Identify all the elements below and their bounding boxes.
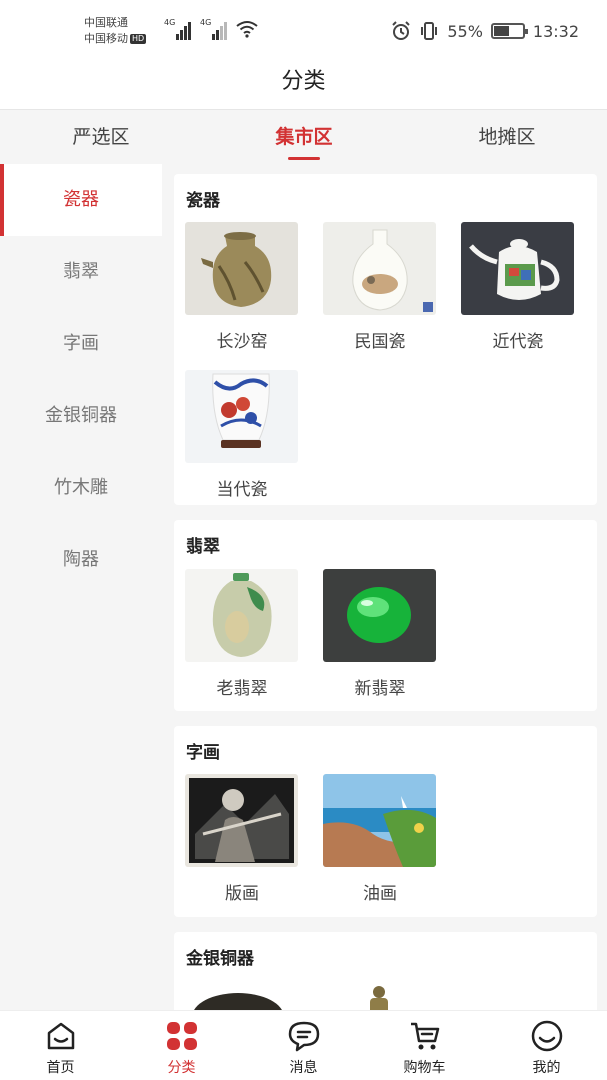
- sidebar-item-jade[interactable]: 翡翠: [0, 236, 162, 308]
- print-image: [185, 774, 298, 867]
- section-title: 瓷器: [186, 191, 220, 211]
- bottom-nav: 首页 分类 消息 购物车 我的: [0, 1010, 607, 1080]
- nav-label: 首页: [46, 1060, 75, 1076]
- subcategory-item[interactable]: 近代瓷: [461, 222, 575, 352]
- subcategory-item[interactable]: 版画: [185, 774, 299, 904]
- status-bar: 中国联通 中国移动 HD 4G 4G 55% 13:32: [0, 0, 607, 60]
- subcategory-item[interactable]: 油画: [323, 774, 437, 904]
- cart-icon: [410, 1022, 439, 1050]
- nav-label: 消息: [289, 1060, 318, 1076]
- sidebar-item-painting[interactable]: 字画: [0, 308, 162, 380]
- signal-icon: 4G: [200, 18, 230, 40]
- section-title: 字画: [186, 743, 220, 763]
- nav-category[interactable]: 分类: [121, 1019, 242, 1080]
- contemporary-porcelain-image: [185, 370, 298, 463]
- nav-cart[interactable]: 购物车: [364, 1019, 485, 1080]
- subcategory-label: 长沙窑: [216, 332, 268, 352]
- subcategory-label: 版画: [225, 884, 259, 904]
- subcategory-item[interactable]: 老翡翠: [185, 569, 299, 699]
- nav-home[interactable]: 首页: [0, 1019, 121, 1080]
- wifi-icon: [236, 21, 258, 38]
- category-sidebar: 瓷器 翡翠 字画 金银铜器 竹木雕 陶器: [0, 164, 162, 596]
- home-icon: [47, 1022, 74, 1050]
- category-icon: [166, 1022, 197, 1050]
- sidebar-item-pottery[interactable]: 陶器: [0, 524, 162, 596]
- subcategory-item[interactable]: 长沙窑: [185, 222, 299, 352]
- category-content: 瓷器 长沙窑 民国瓷 近代瓷 当代瓷 翡翠 老翡翠 新翡翠 字画 版画 油画 金…: [174, 174, 597, 1032]
- nav-label: 购物车: [403, 1060, 446, 1076]
- top-tabs: 严选区 集市区 地摊区: [0, 111, 607, 164]
- subcategory-label: 老翡翠: [216, 679, 268, 699]
- sidebar-item-porcelain[interactable]: 瓷器: [0, 164, 162, 236]
- vibrate-icon: [421, 22, 438, 40]
- subcategory-item[interactable]: 当代瓷: [185, 370, 299, 500]
- hd-badge: HD: [130, 34, 147, 44]
- new-jade-image: [323, 569, 436, 662]
- alarm-icon: [392, 21, 411, 40]
- subcategory-label: 民国瓷: [354, 332, 406, 352]
- section-title: 金银铜器: [186, 949, 254, 969]
- subcategory-item[interactable]: 新翡翠: [323, 569, 437, 699]
- subcategory-label: 新翡翠: [354, 679, 406, 699]
- nav-label: 我的: [532, 1060, 561, 1076]
- profile-icon: [531, 1020, 562, 1052]
- section-card-porcelain: 瓷器 长沙窑 民国瓷 近代瓷 当代瓷: [174, 174, 597, 505]
- changsha-kiln-image: [185, 222, 298, 315]
- subcategory-label: 油画: [363, 884, 397, 904]
- republic-porcelain-image: [323, 222, 436, 315]
- page-header: 分类: [0, 60, 607, 110]
- tab-ditan[interactable]: 地摊区: [427, 111, 587, 164]
- old-jade-image: [185, 569, 298, 662]
- sidebar-item-metalware[interactable]: 金银铜器: [0, 380, 162, 452]
- subcategory-item[interactable]: 民国瓷: [323, 222, 437, 352]
- tab-jishi[interactable]: 集市区: [224, 111, 384, 164]
- message-icon: [288, 1021, 319, 1052]
- tab-underline: [288, 157, 320, 160]
- clock: 13:32: [532, 21, 579, 41]
- nav-label: 分类: [167, 1060, 196, 1076]
- carrier-2: 中国移动: [84, 32, 128, 45]
- battery-icon: [490, 23, 528, 39]
- carrier-info: 中国联通 中国移动 HD: [84, 15, 147, 47]
- section-title: 翡翠: [186, 537, 220, 557]
- section-card-jade: 翡翠 老翡翠 新翡翠: [174, 520, 597, 711]
- modern-porcelain-image: [461, 222, 574, 315]
- signal-icon: 4G: [164, 18, 194, 40]
- nav-messages[interactable]: 消息: [243, 1019, 364, 1080]
- page-title: 分类: [281, 69, 326, 94]
- section-card-painting: 字画 版画 油画: [174, 726, 597, 917]
- oil-painting-image: [323, 774, 436, 867]
- nav-profile[interactable]: 我的: [486, 1019, 607, 1080]
- sidebar-item-woodcarving[interactable]: 竹木雕: [0, 452, 162, 524]
- tab-yanxuan[interactable]: 严选区: [21, 111, 181, 164]
- battery-percent: 55%: [447, 21, 483, 41]
- carrier-1: 中国联通: [84, 16, 128, 29]
- subcategory-label: 近代瓷: [492, 332, 544, 352]
- subcategory-label: 当代瓷: [216, 480, 268, 500]
